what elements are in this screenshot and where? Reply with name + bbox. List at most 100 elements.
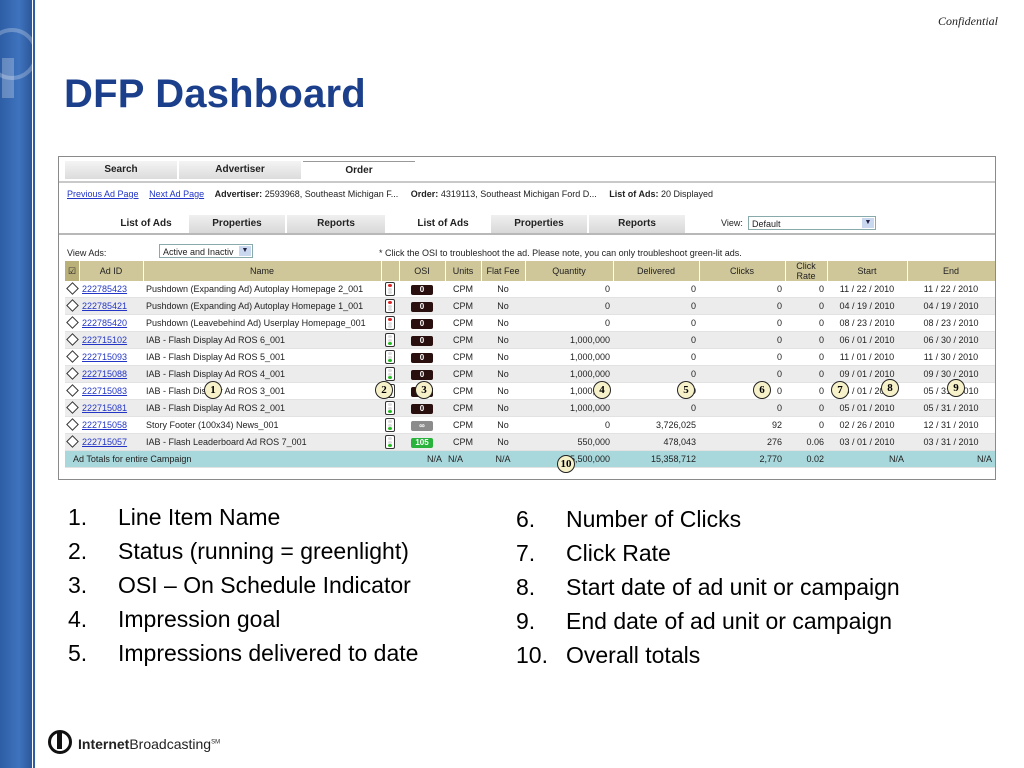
ad-id[interactable]: 222715083 bbox=[79, 382, 143, 400]
ad-id[interactable]: 222715057 bbox=[79, 433, 143, 451]
ad-id-link[interactable]: 222715083 bbox=[82, 386, 127, 396]
diamond-icon[interactable] bbox=[66, 281, 79, 295]
ad-id-link[interactable]: 222715081 bbox=[82, 403, 127, 413]
row-select[interactable] bbox=[65, 433, 79, 451]
diamond-icon[interactable] bbox=[66, 366, 79, 380]
tab-advertiser[interactable]: Advertiser bbox=[179, 161, 301, 179]
col-quantity[interactable]: Quantity bbox=[525, 261, 614, 281]
table-row[interactable]: 222785423 Pushdown (Expanding Ad) Autopl… bbox=[65, 281, 995, 298]
osi-indicator[interactable]: ∞ bbox=[411, 420, 433, 431]
row-select[interactable] bbox=[65, 314, 79, 332]
diamond-icon[interactable] bbox=[66, 349, 79, 363]
col-click-rate[interactable]: Click Rate bbox=[785, 261, 828, 281]
select-all-icon[interactable]: ☑ bbox=[65, 261, 80, 281]
tab-order[interactable]: Order bbox=[303, 161, 415, 180]
tab-list-of-ads-2[interactable]: List of Ads bbox=[397, 215, 489, 233]
table-row[interactable]: 222715102 IAB - Flash Display Ad ROS 6_0… bbox=[65, 331, 995, 349]
ad-id-link[interactable]: 222715058 bbox=[82, 420, 127, 430]
diamond-icon[interactable] bbox=[66, 400, 79, 414]
col-ad-id[interactable]: Ad ID bbox=[79, 261, 144, 281]
ad-id[interactable]: 222715088 bbox=[79, 365, 143, 383]
table-row[interactable]: 222715058 Story Footer (100x34) News_001… bbox=[65, 416, 995, 434]
diamond-icon[interactable] bbox=[66, 383, 79, 397]
osi-indicator[interactable]: 0 bbox=[411, 301, 433, 312]
col-start[interactable]: Start bbox=[827, 261, 908, 281]
col-flat-fee[interactable]: Flat Fee bbox=[481, 261, 526, 281]
row-select[interactable] bbox=[65, 331, 79, 349]
table-row[interactable]: 222715081 IAB - Flash Display Ad ROS 2_0… bbox=[65, 399, 995, 417]
diamond-icon[interactable] bbox=[66, 298, 79, 312]
previous-ad-page-link[interactable]: Previous Ad Page bbox=[67, 189, 139, 199]
ad-id[interactable]: 222785423 bbox=[79, 281, 143, 298]
col-units[interactable]: Units bbox=[445, 261, 482, 281]
view-ads-select[interactable]: Active and Inactiv ▼ bbox=[159, 244, 253, 258]
diamond-icon[interactable] bbox=[66, 417, 79, 431]
col-name[interactable]: Name bbox=[143, 261, 382, 281]
diamond-icon[interactable] bbox=[66, 434, 79, 448]
ad-id-link[interactable]: 222785423 bbox=[82, 284, 127, 294]
view-select[interactable]: Default ▼ bbox=[748, 216, 876, 230]
ad-id[interactable]: 222785421 bbox=[79, 297, 143, 315]
osi-indicator[interactable]: 0 bbox=[411, 318, 433, 329]
col-end[interactable]: End bbox=[907, 261, 995, 281]
ad-id[interactable]: 222715058 bbox=[79, 416, 143, 434]
osi-cell[interactable]: 0 bbox=[399, 331, 445, 349]
row-select[interactable] bbox=[65, 382, 79, 400]
osi-indicator[interactable]: 0 bbox=[411, 284, 433, 295]
row-select[interactable] bbox=[65, 281, 79, 298]
tab-list-of-ads[interactable]: List of Ads bbox=[105, 215, 187, 233]
osi-indicator[interactable]: 0 bbox=[411, 335, 433, 346]
ad-id-link[interactable]: 222715057 bbox=[82, 437, 127, 447]
osi-cell[interactable]: 0 bbox=[399, 365, 445, 383]
delivered: 0 bbox=[613, 331, 699, 349]
osi-cell[interactable]: 105 bbox=[399, 433, 445, 451]
next-ad-page-link[interactable]: Next Ad Page bbox=[149, 189, 204, 199]
osi-cell[interactable]: 0 bbox=[399, 297, 445, 315]
chevron-down-icon[interactable]: ▼ bbox=[862, 218, 874, 228]
tab-properties-2[interactable]: Properties bbox=[491, 215, 587, 233]
ad-id[interactable]: 222715081 bbox=[79, 399, 143, 417]
table-row[interactable]: 222715093 IAB - Flash Display Ad ROS 5_0… bbox=[65, 348, 995, 366]
table-row[interactable]: 222785421 Pushdown (Expanding Ad) Autopl… bbox=[65, 297, 995, 315]
legend-item: 5. Impressions delivered to date bbox=[68, 636, 488, 670]
col-delivered[interactable]: Delivered bbox=[613, 261, 700, 281]
osi-indicator[interactable]: 105 bbox=[411, 437, 433, 448]
table-row[interactable]: 222715088 IAB - Flash Display Ad ROS 4_0… bbox=[65, 365, 995, 383]
osi-cell[interactable]: 0 bbox=[399, 399, 445, 417]
ad-id-link[interactable]: 222715102 bbox=[82, 335, 127, 345]
ad-id-link[interactable]: 222785421 bbox=[82, 301, 127, 311]
row-select[interactable] bbox=[65, 297, 79, 315]
diamond-icon[interactable] bbox=[66, 332, 79, 346]
osi-cell[interactable]: 0 bbox=[399, 348, 445, 366]
table-row[interactable]: 222715057 IAB - Flash Leaderboard Ad ROS… bbox=[65, 433, 995, 451]
row-select[interactable] bbox=[65, 416, 79, 434]
col-clicks[interactable]: Clicks bbox=[699, 261, 786, 281]
row-select[interactable] bbox=[65, 365, 79, 383]
ad-id[interactable]: 222785420 bbox=[79, 314, 143, 332]
tab-reports[interactable]: Reports bbox=[287, 215, 385, 233]
end-date: 08 / 23 / 2010 bbox=[907, 314, 995, 332]
chevron-down-icon[interactable]: ▼ bbox=[239, 246, 251, 256]
clicks: 0 bbox=[699, 314, 785, 332]
col-osi[interactable]: OSI bbox=[399, 261, 446, 281]
ad-id-link[interactable]: 222785420 bbox=[82, 318, 127, 328]
sub-tab-bar: List of Ads Properties Reports List of A… bbox=[59, 215, 995, 235]
ad-id[interactable]: 222715093 bbox=[79, 348, 143, 366]
tab-properties[interactable]: Properties bbox=[189, 215, 285, 233]
diamond-icon[interactable] bbox=[66, 315, 79, 329]
ad-id-link[interactable]: 222715093 bbox=[82, 352, 127, 362]
row-select[interactable] bbox=[65, 399, 79, 417]
tab-search[interactable]: Search bbox=[65, 161, 177, 179]
row-select[interactable] bbox=[65, 348, 79, 366]
osi-cell[interactable]: 0 bbox=[399, 314, 445, 332]
osi-indicator[interactable]: 0 bbox=[411, 403, 433, 414]
ad-id-link[interactable]: 222715088 bbox=[82, 369, 127, 379]
footer-logo: InternetBroadcastingSM bbox=[48, 728, 248, 758]
osi-indicator[interactable]: 0 bbox=[411, 369, 433, 380]
table-row[interactable]: 222785420 Pushdown (Leavebehind Ad) User… bbox=[65, 314, 995, 332]
osi-cell[interactable]: ∞ bbox=[399, 416, 445, 434]
osi-cell[interactable]: 0 bbox=[399, 281, 445, 298]
tab-reports-2[interactable]: Reports bbox=[589, 215, 685, 233]
ad-id[interactable]: 222715102 bbox=[79, 331, 143, 349]
osi-indicator[interactable]: 0 bbox=[411, 352, 433, 363]
